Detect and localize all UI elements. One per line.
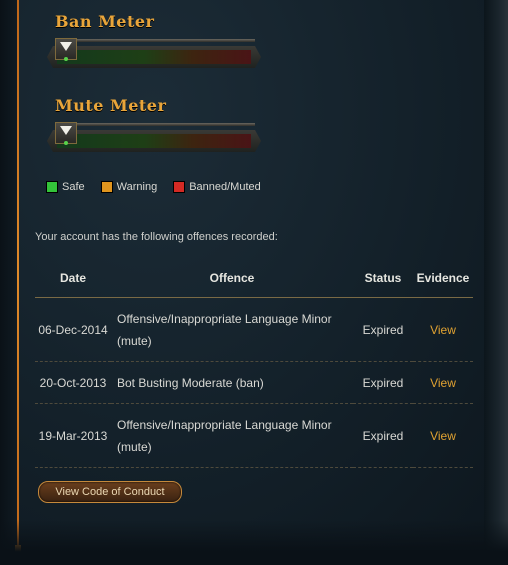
view-evidence-link[interactable]: View — [430, 376, 456, 390]
ban-meter-indicator — [64, 57, 68, 61]
offences-table: Date Offence Status Evidence 06-Dec-2014… — [35, 259, 473, 468]
view-evidence-link[interactable]: View — [430, 429, 456, 443]
ban-meter-frame — [55, 39, 255, 42]
legend-label: Warning — [116, 181, 158, 193]
view-code-of-conduct-button[interactable]: View Code of Conduct — [38, 481, 182, 503]
ban-meter-fill — [57, 50, 251, 64]
mute-meter-frame — [55, 123, 255, 126]
offence-description: Offensive/Inappropriate Language Minor (… — [111, 403, 353, 468]
banned-swatch-icon — [173, 181, 186, 193]
legend-label: Banned/Muted — [189, 181, 261, 193]
column-header-offence: Offence — [111, 259, 353, 298]
column-header-evidence: Evidence — [413, 259, 473, 298]
bottom-decoration — [0, 520, 508, 565]
warning-swatch-icon — [100, 181, 113, 193]
column-header-date: Date — [35, 259, 111, 298]
table-row: 20-Oct-2013 Bot Busting Moderate (ban) E… — [35, 361, 473, 404]
offence-description: Bot Busting Moderate (ban) — [111, 361, 353, 404]
offence-description: Offensive/Inappropriate Language Minor (… — [111, 297, 353, 362]
left-rail — [0, 0, 18, 565]
table-row: 19-Mar-2013 Offensive/Inappropriate Lang… — [35, 403, 473, 468]
meter-legend: Safe Warning Banned/Muted — [46, 181, 277, 193]
legend-label: Safe — [62, 181, 85, 193]
mute-meter-fill — [57, 134, 251, 148]
offence-status: Expired — [353, 403, 413, 468]
legend-item-safe: Safe — [46, 181, 85, 193]
offence-date: 19-Mar-2013 — [35, 403, 111, 468]
table-row: 06-Dec-2014 Offensive/Inappropriate Lang… — [35, 297, 473, 362]
mute-meter-title: Mute Meter — [55, 96, 167, 115]
table-header-row: Date Offence Status Evidence — [35, 259, 473, 298]
ban-meter-pointer-icon — [60, 42, 72, 51]
legend-item-warning: Warning — [100, 181, 158, 193]
safe-swatch-icon — [46, 181, 58, 193]
view-evidence-link[interactable]: View — [430, 323, 456, 337]
mute-meter-indicator — [64, 141, 68, 145]
offence-status: Expired — [353, 361, 413, 404]
decorative-divider — [17, 0, 19, 552]
mute-meter — [47, 122, 261, 160]
mute-meter-pointer-icon — [60, 126, 72, 135]
offences-intro-text: Your account has the following offences … — [35, 231, 278, 243]
legend-item-banned: Banned/Muted — [173, 181, 261, 193]
ban-meter-title: Ban Meter — [55, 12, 155, 31]
column-header-status: Status — [353, 259, 413, 298]
right-edge — [484, 0, 508, 565]
offence-status: Expired — [353, 297, 413, 362]
offence-date: 20-Oct-2013 — [35, 361, 111, 404]
offence-date: 06-Dec-2014 — [35, 297, 111, 362]
ban-meter — [47, 38, 261, 76]
